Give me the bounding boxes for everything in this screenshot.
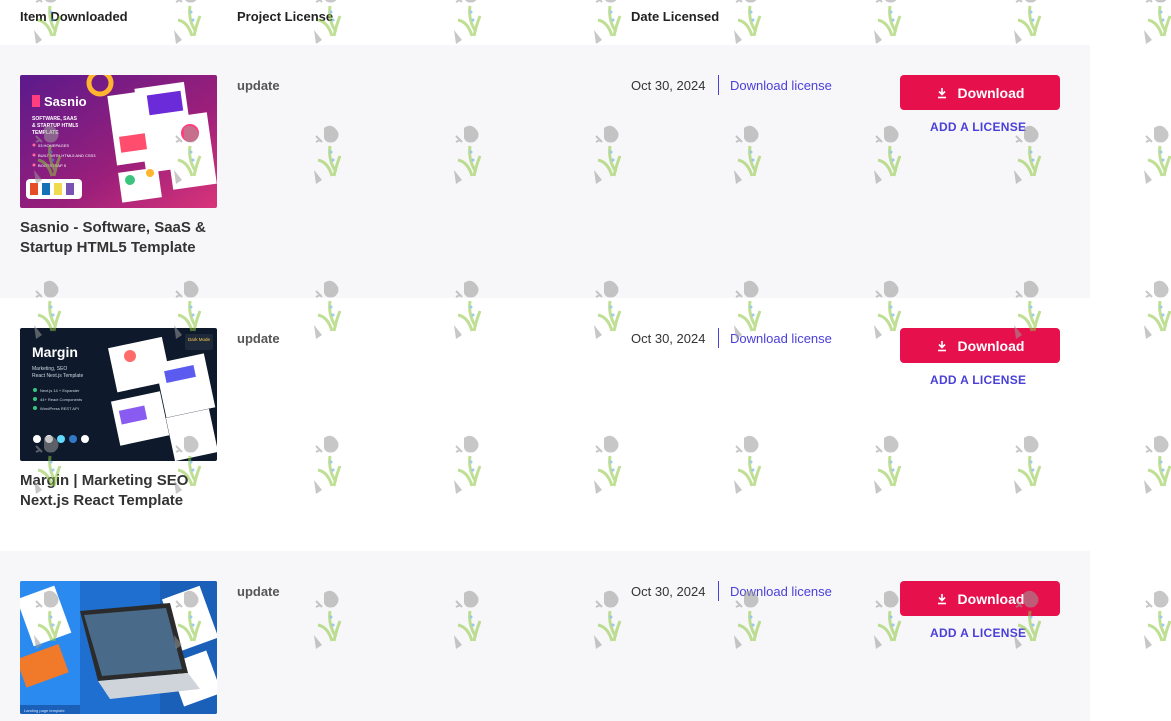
add-license-link[interactable]: ADD A LICENSE [930,626,1026,640]
divider [718,328,719,348]
date-licensed: Oct 30, 2024 [631,331,706,346]
item-thumbnail[interactable]: Margin Marketing, SEO React Next.js Temp… [20,328,217,461]
watermark-icon [1140,120,1171,190]
header-date-licensed: Date Licensed [631,9,720,24]
download-license-link[interactable]: Download license [730,331,832,346]
download-license-link[interactable]: Download license [730,78,832,93]
watermark-icon [1140,0,1171,50]
date-licensed: Oct 30, 2024 [631,584,706,599]
date-licensed: Oct 30, 2024 [631,78,706,93]
project-license: update [237,331,280,346]
header-project-license: Project License [237,9,334,24]
table-row: Sasnio SOFTWARE, SAAS & STARTUP HTML5 TE… [0,45,1090,298]
svg-text:BOOTSTRAP 5: BOOTSTRAP 5 [38,163,67,168]
download-button[interactable]: Download [900,581,1060,616]
svg-text:SOFTWARE, SAAS: SOFTWARE, SAAS [32,116,78,122]
download-button[interactable]: Download [900,328,1060,363]
header-item-downloaded: Item Downloaded [20,9,128,24]
watermark-icon [1140,585,1171,655]
svg-text:Next.js 14 + Expander: Next.js 14 + Expander [40,388,80,393]
download-button[interactable]: Download [900,75,1060,110]
thumb-caption: Landing page template [24,708,65,713]
download-license-link[interactable]: Download license [730,584,832,599]
thumb-brand: Sasnio [44,94,87,109]
svg-text:WordPress REST API: WordPress REST API [40,406,79,411]
svg-text:& STARTUP HTML5: & STARTUP HTML5 [32,123,78,129]
svg-text:TEMPLATE: TEMPLATE [32,130,59,136]
download-icon [937,340,946,351]
download-button-label: Download [957,84,1025,101]
add-license-link[interactable]: ADD A LICENSE [930,120,1026,134]
item-thumbnail[interactable]: Sasnio SOFTWARE, SAAS & STARTUP HTML5 TE… [20,75,217,208]
table-header: Item Downloaded Project License Date Lic… [0,0,1090,45]
divider [718,75,719,95]
table-row: Margin Marketing, SEO React Next.js Temp… [0,298,1090,551]
project-license: update [237,584,280,599]
watermark-icon [1140,430,1171,500]
divider [718,581,719,601]
download-icon [937,87,946,98]
svg-text:Marketing, SEO: Marketing, SEO [32,366,67,372]
download-button-label: Download [957,337,1025,354]
svg-text:BUILT WITH HTML5 AND CSS3: BUILT WITH HTML5 AND CSS3 [38,153,96,158]
svg-text:03 HOMEPAGES: 03 HOMEPAGES [38,143,69,148]
thumb-brand: Margin [32,344,78,360]
item-thumbnail[interactable]: Landing page template [20,581,217,714]
item-title[interactable]: Margin | Marketing SEO Next.js React Tem… [20,471,220,511]
svg-text:React Next.js Template: React Next.js Template [32,373,84,379]
project-license: update [237,78,280,93]
item-title[interactable]: Sasnio - Software, SaaS & Startup HTML5 … [20,218,220,258]
add-license-link[interactable]: ADD A LICENSE [930,373,1026,387]
thumb-badge: Dark Mode [188,337,211,342]
download-button-label: Download [957,590,1025,607]
download-icon [937,593,946,604]
table-row: Landing page template update Oct 30, 202… [0,551,1090,721]
svg-text:44+ React Components: 44+ React Components [40,397,82,402]
watermark-icon [1140,275,1171,345]
